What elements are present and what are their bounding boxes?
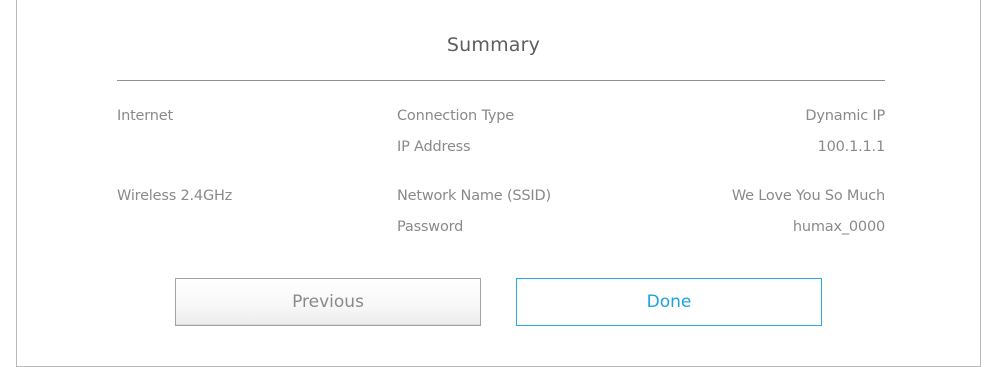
title-divider (117, 80, 885, 81)
page-title: Summary (446, 34, 541, 56)
done-button[interactable]: Done (516, 278, 822, 326)
ssid-value: We Love You So Much (731, 188, 885, 204)
ip-address-value: 100.1.1.1 (817, 139, 886, 155)
section-internet-label: Internet (117, 108, 173, 124)
connection-type-value: Dynamic IP (805, 108, 885, 124)
previous-button[interactable]: Previous (175, 278, 481, 326)
ssid-label: Network Name (SSID) (397, 188, 551, 204)
ip-address-label: IP Address (397, 139, 471, 155)
done-button-label: Done (646, 292, 692, 312)
password-value: humax_0000 (792, 219, 885, 235)
password-label: Password (397, 219, 464, 235)
connection-type-label: Connection Type (397, 108, 514, 124)
previous-button-label: Previous (292, 292, 364, 312)
section-wireless-label: Wireless 2.4GHz (117, 188, 233, 204)
